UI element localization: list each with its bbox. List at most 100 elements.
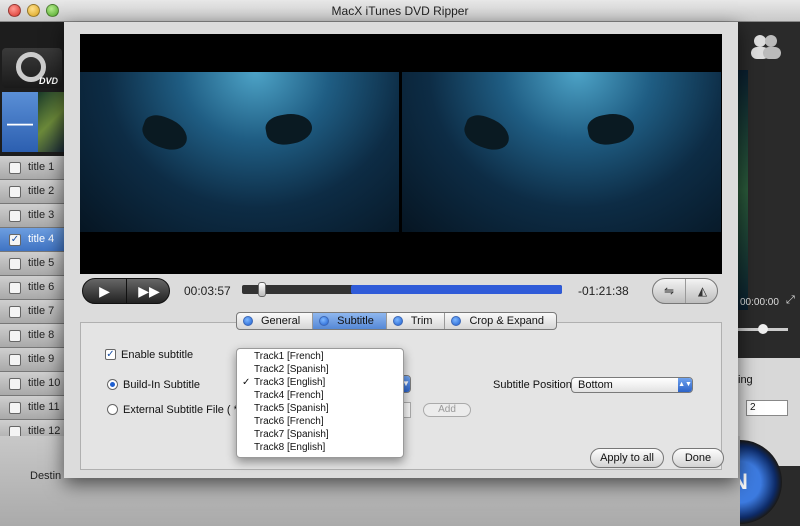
- enable-subtitle-checkbox[interactable]: ✓: [105, 349, 116, 360]
- tab-label: Crop & Expand: [469, 315, 545, 327]
- preview-time: 00:00:00: [740, 297, 779, 308]
- tab-trim[interactable]: Trim: [387, 313, 446, 329]
- volume-slider[interactable]: [738, 324, 788, 334]
- window-title: MacX iTunes DVD Ripper: [331, 4, 469, 18]
- original-video-preview: [80, 34, 399, 274]
- expand-icon[interactable]: ⤢: [786, 294, 795, 307]
- track-option-label: Track1 [French]: [254, 351, 324, 362]
- fast-forward-button[interactable]: ▶▶: [127, 279, 171, 303]
- title-row[interactable]: title 2: [0, 180, 64, 204]
- destination-label: Destin: [30, 470, 62, 482]
- title-checkbox[interactable]: [9, 258, 21, 270]
- radio-dot-icon: [392, 316, 403, 326]
- track-option[interactable]: Track6 [French]: [237, 415, 403, 428]
- progress-fill: [351, 285, 562, 294]
- title-label: title 2: [28, 185, 55, 197]
- title-checkbox[interactable]: [9, 354, 21, 366]
- title-checkbox[interactable]: [9, 186, 21, 198]
- title-checkbox[interactable]: [9, 378, 21, 390]
- radio-dot-icon: [451, 316, 462, 326]
- title-row[interactable]: title 6: [0, 276, 64, 300]
- track-option[interactable]: Track8 [English]: [237, 441, 403, 454]
- title-label: title 4: [28, 233, 55, 245]
- title-row[interactable]: title 11: [0, 396, 64, 420]
- title-label: title 3: [28, 209, 55, 221]
- title-checkbox[interactable]: ✓: [9, 234, 21, 246]
- radio-dot-icon: [243, 316, 253, 326]
- flip-vertical-button[interactable]: ◭: [686, 279, 719, 303]
- title-row[interactable]: ✓ title 4: [0, 228, 64, 252]
- users-icon[interactable]: [748, 32, 782, 60]
- done-button[interactable]: Done: [672, 448, 724, 468]
- track-option[interactable]: Track1 [French]: [237, 350, 403, 363]
- title-checkbox[interactable]: [9, 210, 21, 222]
- track-option-label: Track4 [French]: [254, 390, 324, 401]
- track-option-label: Track7 [Spanish]: [254, 429, 329, 440]
- title-row[interactable]: title 7: [0, 300, 64, 324]
- subtitle-track-dropdown: Track1 [French] Track2 [Spanish] ✓ Track3 […: [236, 348, 404, 458]
- chevron-updown-icon: ▲▼: [678, 378, 692, 392]
- subtitle-position-value: Bottom: [578, 379, 613, 391]
- title-label: title 7: [28, 305, 55, 317]
- title-label: title 11: [28, 401, 60, 413]
- track-option[interactable]: Track5 [Spanish]: [237, 402, 403, 415]
- tab-general[interactable]: General: [237, 313, 314, 329]
- cpu-core-select[interactable]: 2: [746, 400, 788, 416]
- title-checkbox[interactable]: [9, 162, 21, 174]
- title-checkbox[interactable]: [9, 402, 21, 414]
- enable-subtitle-label: Enable subtitle: [121, 349, 194, 361]
- title-row[interactable]: title 3: [0, 204, 64, 228]
- tab-label: General: [261, 315, 301, 327]
- title-row[interactable]: title 10: [0, 372, 64, 396]
- add-srt-button[interactable]: Add: [423, 403, 471, 417]
- radio-dot-icon: [319, 316, 330, 326]
- minimize-window-button[interactable]: [27, 4, 40, 17]
- playback-button-group: ▶ ▶▶: [82, 278, 170, 304]
- title-checkbox[interactable]: [9, 330, 21, 342]
- flip-button-group: ⇋ ◭: [652, 278, 718, 304]
- title-checkbox[interactable]: [9, 306, 21, 318]
- progress-knob[interactable]: [258, 282, 266, 297]
- buildin-subtitle-radio[interactable]: [107, 379, 118, 390]
- track-option-label: Track3 [English]: [254, 377, 326, 388]
- external-subtitle-radio[interactable]: [107, 404, 118, 415]
- close-window-button[interactable]: [8, 4, 21, 17]
- output-video-preview: [402, 34, 721, 274]
- apply-to-all-button[interactable]: Apply to all: [590, 448, 664, 468]
- title-label: title 5: [28, 257, 55, 269]
- remaining-time: -01:21:38: [578, 284, 629, 298]
- playback-controls: ▶ ▶▶ 00:03:57 -01:21:38 ⇋ ◭: [80, 276, 722, 306]
- title-checkbox[interactable]: [9, 282, 21, 294]
- track-option-label: Track8 [English]: [254, 442, 326, 453]
- subtitle-position-label: Subtitle Position:: [493, 379, 575, 391]
- track-option[interactable]: Track4 [French]: [237, 389, 403, 402]
- title-row[interactable]: title 5: [0, 252, 64, 276]
- zoom-window-button[interactable]: [46, 4, 59, 17]
- title-label: title 6: [28, 281, 55, 293]
- tab-subtitle[interactable]: Subtitle: [313, 313, 387, 329]
- window-titlebar: MacX iTunes DVD Ripper: [0, 0, 800, 22]
- settings-text: ing: [738, 374, 753, 386]
- title-row[interactable]: title 1: [0, 156, 64, 180]
- tab-crop-expand[interactable]: Crop & Expand: [445, 313, 556, 329]
- title-row[interactable]: title 8: [0, 324, 64, 348]
- flip-horizontal-button[interactable]: ⇋: [653, 279, 686, 303]
- track-option-label: Track5 [Spanish]: [254, 403, 329, 414]
- remove-title-button[interactable]: —: [2, 92, 38, 152]
- right-panel-background: 00:00:00 ⤢ ing 2 N: [698, 22, 800, 526]
- progress-bar[interactable]: [242, 282, 562, 297]
- track-option-label: Track6 [French]: [254, 416, 324, 427]
- track-option[interactable]: Track2 [Spanish]: [237, 363, 403, 376]
- title-list: title 1 title 2 title 3 ✓ title 4 title 5 titl…: [0, 156, 64, 444]
- track-option[interactable]: Track7 [Spanish]: [237, 428, 403, 441]
- preview-thumbnail: [738, 70, 748, 310]
- track-option[interactable]: ✓ Track3 [English]: [237, 376, 403, 389]
- title-label: title 9: [28, 353, 55, 365]
- title-label: title 10: [28, 377, 61, 389]
- play-button[interactable]: ▶: [83, 279, 127, 303]
- tab-label: Trim: [410, 315, 433, 327]
- title-row[interactable]: title 9: [0, 348, 64, 372]
- current-time: 00:03:57: [184, 284, 231, 298]
- checkmark-icon: ✓: [242, 377, 251, 388]
- subtitle-position-select[interactable]: Bottom ▲▼: [571, 377, 693, 393]
